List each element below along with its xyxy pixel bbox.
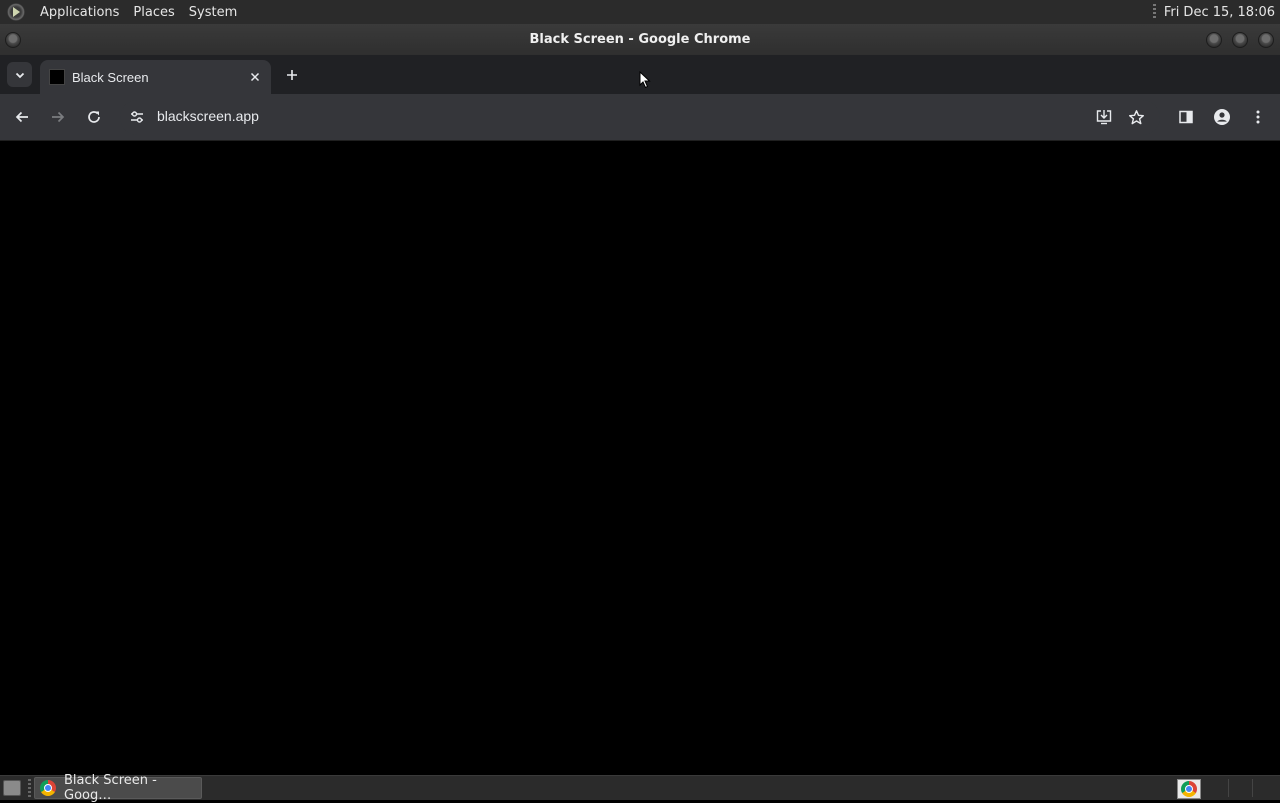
clock[interactable]: Fri Dec 15, 18:06 [1164, 5, 1275, 20]
taskbar-separator [28, 779, 31, 797]
top-panel: Applications Places System Fri Dec 15, 1… [0, 0, 1280, 24]
side-panel-icon [1179, 110, 1193, 124]
site-info-button[interactable] [126, 106, 148, 128]
new-tab-button[interactable] [281, 64, 303, 86]
window-titlebar[interactable]: Black Screen - Google Chrome [0, 24, 1280, 55]
forward-button[interactable] [46, 105, 70, 129]
window-menu-button[interactable] [5, 32, 21, 48]
bookmark-button[interactable] [1124, 105, 1148, 129]
tab-black-screen[interactable]: Black Screen [40, 60, 271, 94]
minimize-button[interactable] [1206, 32, 1222, 48]
arrow-right-icon [52, 111, 65, 123]
menu-places[interactable]: Places [126, 5, 181, 20]
mouse-cursor-icon [639, 71, 651, 89]
menu-applications[interactable]: Applications [33, 5, 126, 20]
taskbar-item-chrome[interactable]: Black Screen - Goog… [34, 773, 202, 803]
arrow-left-icon [15, 111, 28, 123]
install-app-button[interactable] [1092, 105, 1116, 129]
install-icon [1096, 110, 1112, 125]
bottom-taskbar: Black Screen - Goog… [0, 773, 1280, 803]
close-icon [250, 72, 260, 82]
chrome-icon [40, 780, 56, 796]
tray-chrome-launcher[interactable] [1177, 779, 1201, 799]
side-panel-button[interactable] [1174, 105, 1198, 129]
kebab-menu-icon [1256, 110, 1260, 124]
tray-separator [1252, 779, 1253, 797]
reload-icon [88, 111, 100, 123]
tray-separator [1228, 779, 1229, 797]
chrome-menu-button[interactable] [1246, 105, 1270, 129]
close-window-button[interactable] [1258, 32, 1274, 48]
maximize-button[interactable] [1232, 32, 1248, 48]
favicon-icon [49, 69, 65, 85]
tune-icon [131, 111, 143, 123]
url-text[interactable]: blackscreen.app [157, 108, 259, 124]
tab-close-button[interactable] [246, 68, 264, 86]
plus-icon [287, 70, 297, 80]
tab-search-button[interactable] [7, 62, 32, 87]
profile-icon [1214, 109, 1230, 125]
reload-button[interactable] [82, 105, 106, 129]
distro-logo-icon[interactable] [7, 3, 25, 21]
tab-title: Black Screen [72, 69, 149, 85]
window-title: Black Screen - Google Chrome [529, 32, 751, 47]
panel-separator [1152, 4, 1156, 20]
back-button[interactable] [10, 105, 34, 129]
profile-button[interactable] [1210, 105, 1234, 129]
menu-system[interactable]: System [182, 5, 244, 20]
page-content-black[interactable] [0, 141, 1280, 775]
star-icon [1128, 109, 1144, 124]
chrome-icon [1181, 781, 1197, 797]
address-bar[interactable]: blackscreen.app [120, 100, 1160, 135]
taskbar-item-label: Black Screen - Goog… [64, 773, 157, 803]
show-desktop-icon[interactable] [3, 780, 21, 796]
browser-toolbar: blackscreen.app [0, 94, 1280, 141]
chevron-down-icon [15, 72, 24, 78]
